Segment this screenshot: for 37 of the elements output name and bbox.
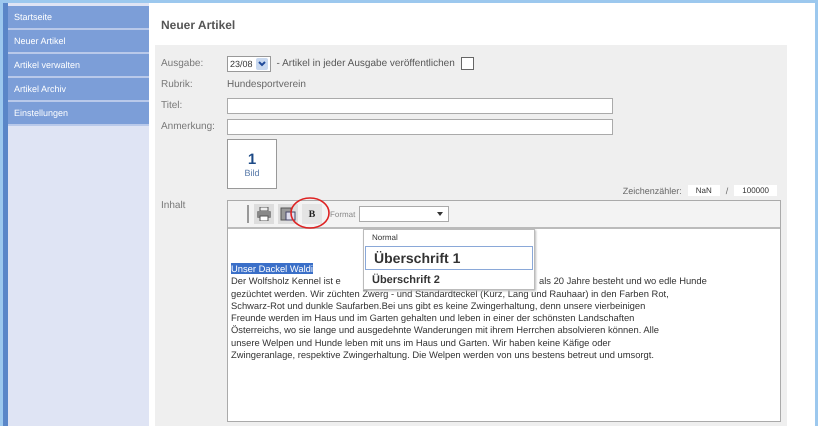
field-label: Anmerkung: bbox=[161, 121, 216, 132]
category-value: Hundesportverein bbox=[227, 79, 306, 90]
publish-checkbox[interactable] bbox=[460, 57, 474, 70]
body-text: Schwarz-Rot und dunkle Saufarben.Bei uns gibt es keine Zwingerhaltung, denn unsere vierbeinigen bbox=[231, 300, 646, 311]
body-text: als 20 Jahre besteht und wo edle Hunde bbox=[539, 275, 707, 288]
field-label: Titel: bbox=[161, 100, 184, 111]
toolbar-grip-icon bbox=[246, 205, 250, 223]
body-text: Der Wolfsholz Kennel ist e bbox=[231, 275, 341, 288]
selected-text: Unser Dackel Waldi bbox=[231, 263, 313, 274]
bold-button[interactable]: B bbox=[302, 204, 322, 224]
body-text: Freunde werden im Haus und im Garten gehalten und leben in einer der schönsten Landschaften bbox=[231, 312, 634, 324]
issue-select[interactable]: 23/08 bbox=[227, 56, 271, 72]
publish-note: - Artikel in jeder Ausgabe veröffentlichen bbox=[276, 58, 455, 69]
note-field[interactable] bbox=[227, 118, 613, 134]
body-text: unsere Welpen und Hunde leben mit uns im Haus und Garten. Wir haben keine Käfige oder bbox=[231, 336, 611, 348]
body-text: Österreichs, wo sie lange und ausgedehnte Wanderungen mit ihrem Herrchen absolvieren können. Alle bbox=[231, 324, 660, 336]
title-field[interactable] bbox=[227, 98, 613, 114]
counter-value: NaN bbox=[688, 185, 720, 196]
counter-label: Zeichenzähler: bbox=[622, 186, 682, 196]
format-option[interactable]: Überschrift 1 bbox=[365, 246, 533, 270]
field-label: Ausgabe: bbox=[161, 58, 204, 69]
format-label: Format bbox=[330, 210, 356, 218]
paste-button[interactable] bbox=[278, 204, 298, 224]
image-count-button[interactable]: 1 Bild bbox=[227, 139, 277, 189]
field-label: Inhalt bbox=[161, 200, 186, 211]
field-label: Rubrik: bbox=[161, 79, 194, 90]
dropdown-arrow-icon bbox=[436, 211, 444, 217]
print-button[interactable] bbox=[254, 204, 274, 224]
format-option[interactable]: Normal bbox=[364, 230, 534, 245]
rich-text-editor[interactable] bbox=[227, 200, 781, 422]
highlight-circle bbox=[290, 196, 330, 230]
page-title: Neuer Artikel bbox=[160, 17, 236, 34]
counter-separator: / bbox=[726, 186, 728, 196]
body-text: gezüchtet werden. Wir züchten Zwerg - und Standardteckel (Kurz, Lang und Rauhaar) in den Farben Rot, bbox=[231, 288, 669, 299]
counter-max: 100000 bbox=[734, 185, 777, 196]
format-option[interactable]: Überschrift 2 bbox=[364, 271, 534, 289]
body-text: Zwingeranlage, respektive Zwingerhaltung. Die Welpen werden von uns bestens betreut und umsorgt. bbox=[231, 349, 654, 360]
